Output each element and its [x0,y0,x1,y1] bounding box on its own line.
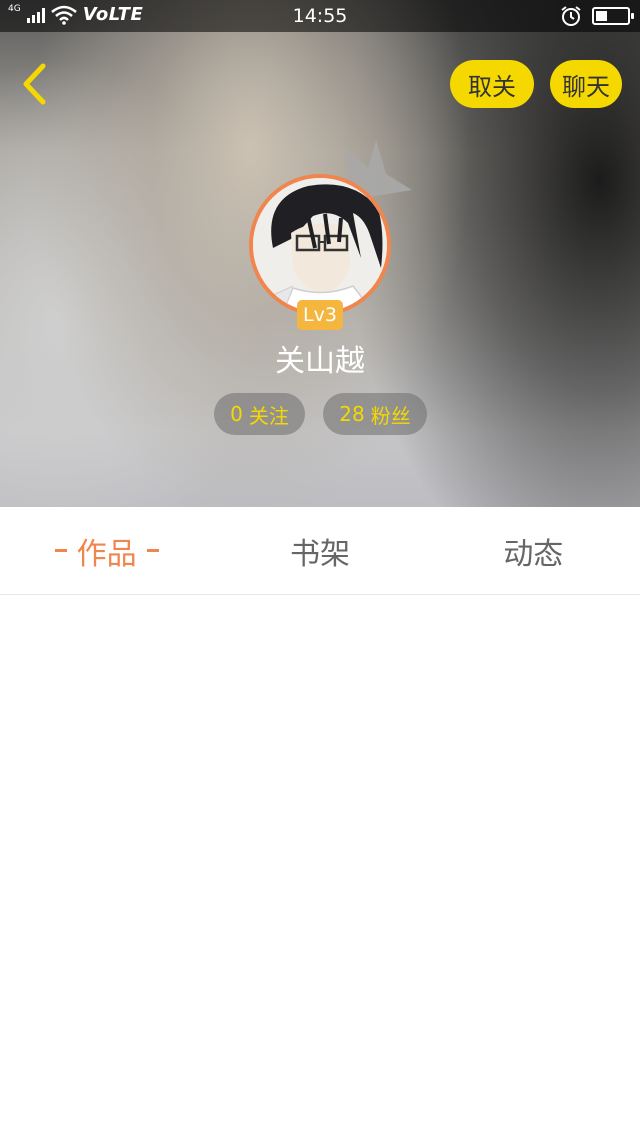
alarm-icon [561,6,581,26]
fans-stat[interactable]: 28 粉丝 [323,393,427,435]
tab-activity-label: 动态 [503,536,564,572]
fans-count: 28 [339,402,365,426]
username: 关山越 [275,344,365,379]
active-tab-indicator-right [146,549,159,552]
tab-bookshelf[interactable]: 书架 [213,507,426,594]
avatar-image [253,178,387,312]
chat-button[interactable]: 聊天 [550,60,622,108]
chevron-left-icon [23,63,46,105]
back-button[interactable] [18,60,58,108]
battery-icon [592,7,634,25]
level-badge: Lv3 [297,300,343,330]
tab-content-area [0,596,640,1138]
following-label: 关注 [248,403,289,428]
tab-works-label: 作品 [76,536,137,572]
following-count: 0 [230,402,243,426]
fans-label: 粉丝 [370,403,411,428]
tab-bookshelf-label: 书架 [289,536,350,572]
active-tab-indicator-left [54,549,67,552]
profile-tabs: 作品 书架 动态 [0,507,640,595]
tab-activity[interactable]: 动态 [427,507,640,594]
following-stat[interactable]: 0 关注 [214,393,305,435]
status-time: 14:55 [292,5,348,27]
status-bar: 4G VoLTE 14:55 [0,0,640,32]
tab-works[interactable]: 作品 [0,507,213,594]
avatar[interactable] [249,174,391,316]
unfollow-button[interactable]: 取关 [450,60,534,108]
